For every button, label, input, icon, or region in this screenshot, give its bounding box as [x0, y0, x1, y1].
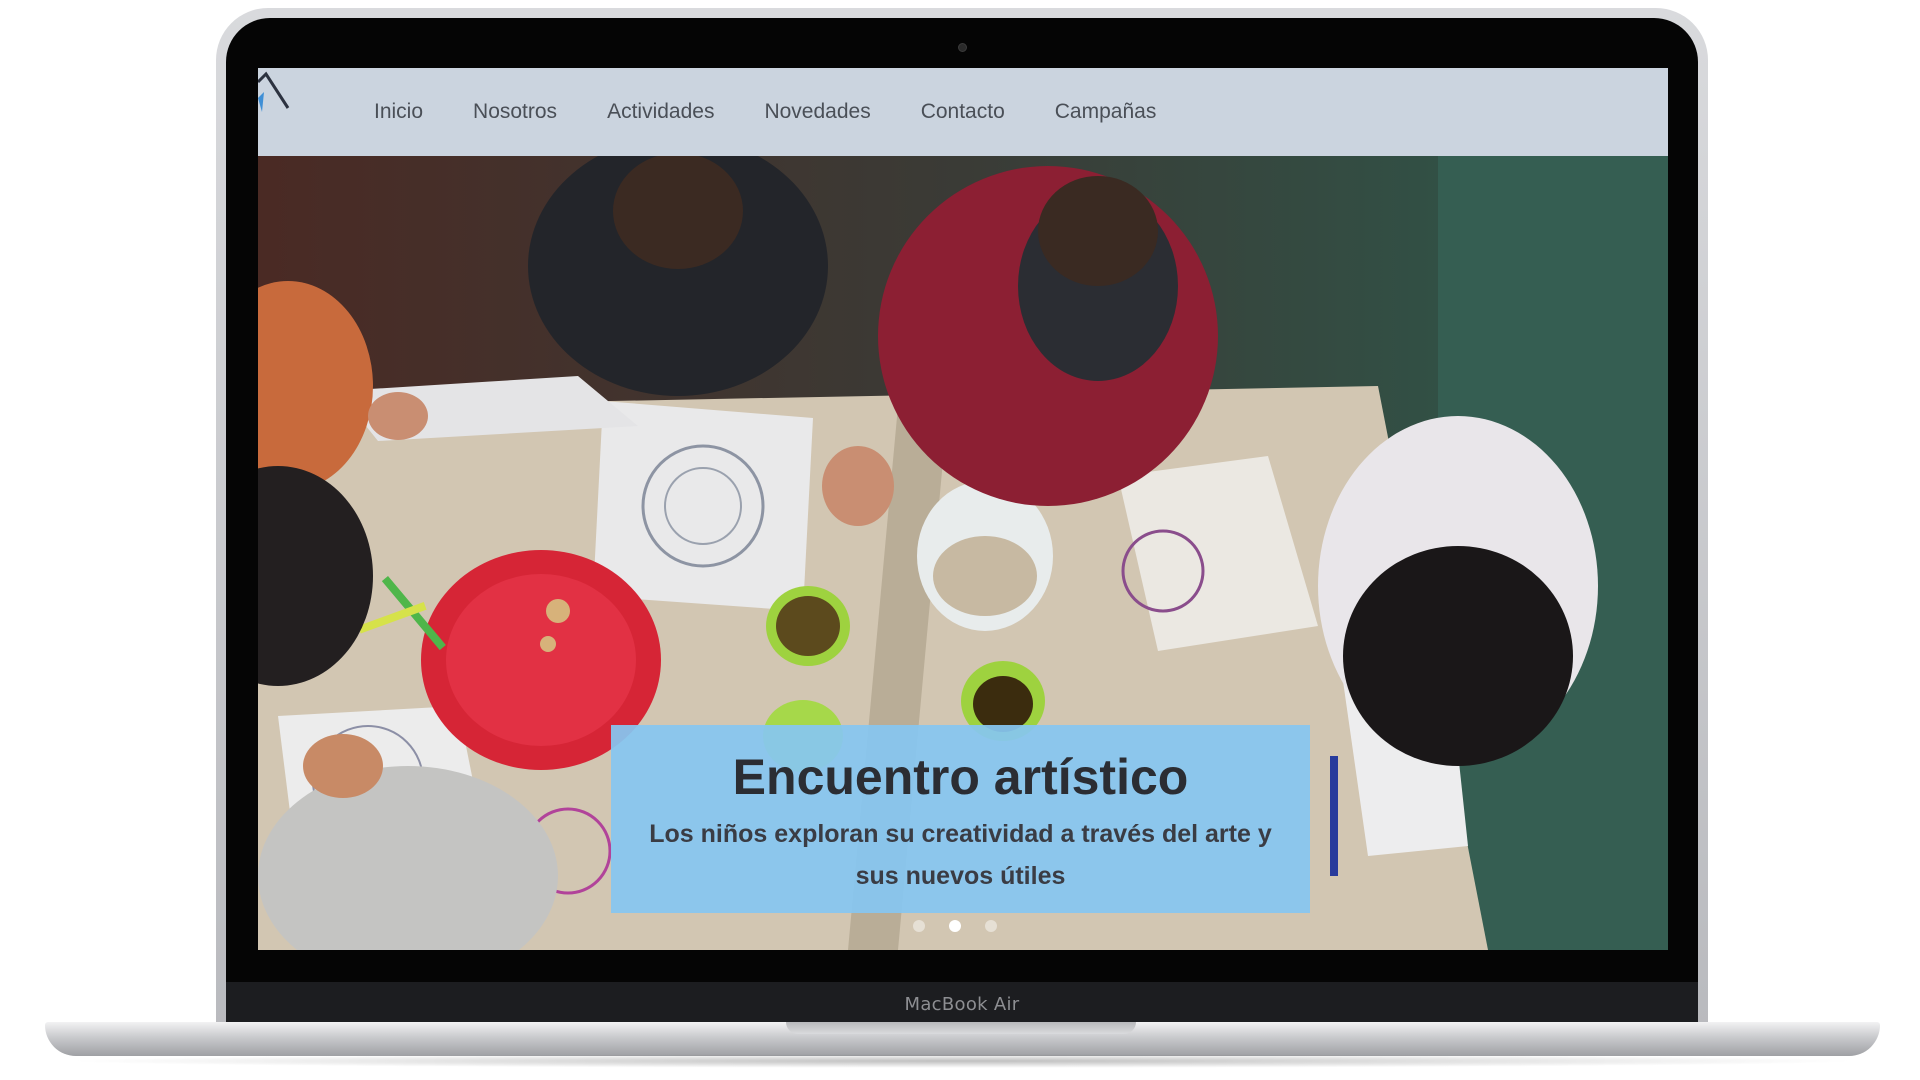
camera-icon	[958, 43, 967, 52]
laptop-notch	[786, 1022, 1136, 1034]
nav-item-novedades[interactable]: Novedades	[764, 100, 870, 124]
logo-icon[interactable]	[258, 68, 298, 128]
hero-caption: Encuentro artístico Los niños exploran s…	[611, 725, 1310, 913]
carousel-indicators	[913, 920, 997, 932]
nav-item-contacto[interactable]: Contacto	[921, 100, 1005, 124]
hero-title: Encuentro artístico	[732, 749, 1189, 805]
laptop-shadow	[60, 1054, 1865, 1068]
navbar: Inicio Nosotros Actividades Novedades Co…	[258, 68, 1668, 156]
carousel-dot-2[interactable]	[949, 920, 961, 932]
carousel-dot-3[interactable]	[985, 920, 997, 932]
nav-item-campanas[interactable]: Campañas	[1055, 100, 1157, 124]
nav-item-nosotros[interactable]: Nosotros	[473, 100, 557, 124]
carousel-dot-1[interactable]	[913, 920, 925, 932]
nav-item-actividades[interactable]: Actividades	[607, 100, 714, 124]
browser-screen: Inicio Nosotros Actividades Novedades Co…	[258, 68, 1668, 950]
nav-item-inicio[interactable]: Inicio	[374, 100, 423, 124]
main-nav: Inicio Nosotros Actividades Novedades Co…	[374, 68, 1156, 156]
hero-subtitle: Los niños exploran su creatividad a trav…	[649, 820, 1272, 890]
device-label: MacBook Air	[904, 994, 1020, 1015]
